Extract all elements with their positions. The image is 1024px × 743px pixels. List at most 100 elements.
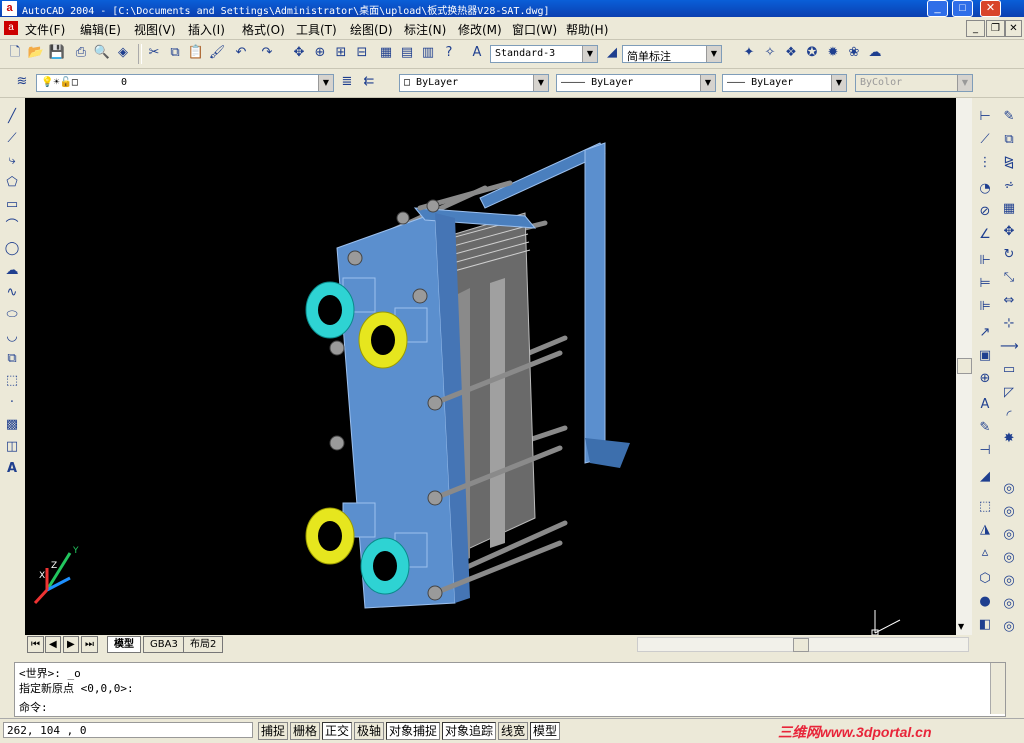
3d-sphere-icon[interactable]: ● <box>976 593 994 611</box>
stretch-icon[interactable]: ⇔ <box>1000 292 1018 310</box>
tab-gba3[interactable]: GBA3 <box>143 636 185 653</box>
3d-orbit-icon[interactable]: ◎ <box>1000 480 1018 498</box>
horizontal-scrollbar[interactable] <box>637 637 969 652</box>
ellipse-arc-icon[interactable]: ◡ <box>3 328 21 346</box>
vertical-scrollbar[interactable]: ▼ <box>956 98 972 635</box>
undo-icon[interactable]: ↶ <box>232 44 250 62</box>
copy-icon[interactable]: ⧉ <box>166 44 184 62</box>
maximize-button[interactable]: □ <box>952 0 973 17</box>
copy-object-icon[interactable]: ⧉ <box>1000 131 1018 149</box>
circle-icon[interactable]: ◯ <box>3 240 21 258</box>
tab-last-icon[interactable]: ⏭ <box>81 636 98 653</box>
solid-cone-icon[interactable]: ▵ <box>976 544 994 562</box>
chevron-down-icon[interactable]: ▼ <box>706 46 721 62</box>
dim-ordinate-icon[interactable]: ⋮ <box>976 154 994 172</box>
osnap-toggle[interactable]: 对象捕捉 <box>386 722 441 740</box>
zoom-previous-icon[interactable]: ⊟ <box>353 44 371 62</box>
dim-radius-icon[interactable]: ◔ <box>976 180 994 198</box>
linetype-select[interactable]: ———— ByLayer ▼ <box>556 74 716 92</box>
lineweight-select[interactable]: ——— ByLayer ▼ <box>722 74 847 92</box>
move-icon[interactable]: ✥ <box>1000 223 1018 241</box>
polar-toggle[interactable]: 极轴 <box>354 722 385 740</box>
new-icon[interactable]: 🗋 <box>6 44 24 62</box>
save-icon[interactable]: 💾 <box>48 44 66 62</box>
print-icon[interactable]: ⎙ <box>72 44 90 62</box>
doc-restore-button[interactable]: ❐ <box>986 20 1005 37</box>
solid-wedge-icon[interactable]: ◮ <box>976 521 994 539</box>
revision-cloud-icon[interactable]: ☁ <box>3 262 21 280</box>
chevron-down-icon[interactable]: ▼ <box>700 75 715 91</box>
redo-icon[interactable]: ↷ <box>258 44 276 62</box>
properties-icon[interactable]: ▦ <box>377 44 395 62</box>
menu-draw[interactable]: 绘图(D) <box>350 21 393 38</box>
hatch-icon[interactable]: ▩ <box>3 416 21 434</box>
menu-dimension[interactable]: 标注(N) <box>404 21 446 38</box>
dim-diameter-icon[interactable]: ⊘ <box>976 203 994 221</box>
leader-icon[interactable]: ↗ <box>976 324 994 342</box>
paste-icon[interactable]: 📋 <box>187 44 205 62</box>
ortho-toggle[interactable]: 正交 <box>322 722 353 740</box>
autocad-app-icon[interactable]: a <box>2 1 17 16</box>
command-scrollbar[interactable] <box>990 663 1005 714</box>
chevron-down-icon[interactable]: ▼ <box>318 75 333 91</box>
layer-select[interactable]: 💡☀🔓□ 0 ▼ <box>36 74 334 92</box>
help-icon[interactable]: ? <box>440 44 458 62</box>
tab-first-icon[interactable]: ⏮ <box>27 636 44 653</box>
make-block-icon[interactable]: ⬚ <box>3 372 21 390</box>
snap-toggle[interactable]: 捕捉 <box>258 722 289 740</box>
dim-angular-icon[interactable]: ∠ <box>976 226 994 244</box>
zoom-window-icon[interactable]: ⊞ <box>332 44 350 62</box>
dim-linear-icon[interactable]: ⊢ <box>976 108 994 126</box>
render-fog-icon[interactable]: ☁ <box>866 44 884 62</box>
offset-icon[interactable]: ⩫ <box>1000 177 1018 195</box>
hscroll-thumb[interactable] <box>793 638 809 652</box>
doc-minimize-button[interactable]: _ <box>966 20 985 37</box>
polyline-icon[interactable]: ⤷ <box>3 152 21 170</box>
center-mark-icon[interactable]: ⊕ <box>976 370 994 388</box>
match-properties-icon[interactable]: 🖌 <box>208 44 226 62</box>
zoom-realtime-icon[interactable]: ⊕ <box>311 44 329 62</box>
minimize-button[interactable]: _ <box>927 0 948 17</box>
quick-dim-icon[interactable]: ⊩ <box>976 252 994 270</box>
dim-continue-icon[interactable]: ⊫ <box>976 298 994 316</box>
close-button[interactable]: ✕ <box>980 0 1001 17</box>
chamfer-icon[interactable]: ◸ <box>1000 384 1018 402</box>
3d-cylinder-icon[interactable]: ◧ <box>976 616 994 634</box>
render-scene-icon[interactable]: ✪ <box>803 44 821 62</box>
array-icon[interactable]: ▦ <box>1000 200 1018 218</box>
menu-edit[interactable]: 编辑(E) <box>80 21 121 38</box>
text-style-select[interactable]: Standard-3 ▼ <box>490 45 598 63</box>
chevron-down-icon[interactable]: ▼ <box>831 75 846 91</box>
rectangle-icon[interactable]: ▭ <box>3 196 21 214</box>
render-lights-icon[interactable]: ✧ <box>761 44 779 62</box>
tolerance-icon[interactable]: ▣ <box>976 347 994 365</box>
document-icon[interactable]: a <box>4 21 18 35</box>
3d-zoom-icon[interactable]: ◎ <box>1000 526 1018 544</box>
spline-icon[interactable]: ∿ <box>3 284 21 302</box>
fillet-icon[interactable]: ◜ <box>1000 407 1018 425</box>
menu-format[interactable]: 格式(O) <box>242 21 285 38</box>
rotate-icon[interactable]: ↻ <box>1000 246 1018 264</box>
ellipse-icon[interactable]: ⬭ <box>3 306 21 324</box>
grid-toggle[interactable]: 栅格 <box>290 722 321 740</box>
render-hide-icon[interactable]: ✦ <box>740 44 758 62</box>
menu-view[interactable]: 视图(V) <box>134 21 176 38</box>
color-select[interactable]: □ ByLayer ▼ <box>399 74 549 92</box>
3d-box-icon[interactable]: ⬡ <box>976 570 994 588</box>
erase-icon[interactable]: ✎ <box>1000 108 1018 126</box>
chevron-down-icon[interactable]: ▼ <box>582 46 597 62</box>
solid-box-icon[interactable]: ⬚ <box>976 498 994 516</box>
dim-aligned-icon[interactable]: ⟋ <box>976 131 994 149</box>
render-materials-icon[interactable]: ❖ <box>782 44 800 62</box>
menu-insert[interactable]: 插入(I) <box>188 21 225 38</box>
break-icon[interactable]: ▭ <box>1000 361 1018 379</box>
command-window[interactable]: <世界>: _o 指定新原点 <0,0,0>: 命令: <box>14 662 1006 717</box>
doc-close-button[interactable]: ✕ <box>1005 20 1022 37</box>
insert-block-icon[interactable]: ⧉ <box>3 350 21 368</box>
dim-style-icon[interactable]: ◢ <box>603 44 621 62</box>
render-icon[interactable]: ✹ <box>824 44 842 62</box>
region-icon[interactable]: ◫ <box>3 438 21 456</box>
menu-window[interactable]: 窗口(W) <box>512 21 557 38</box>
dim-style-manager-icon[interactable]: ◢ <box>976 468 994 486</box>
scroll-down-icon[interactable]: ▼ <box>958 622 964 631</box>
